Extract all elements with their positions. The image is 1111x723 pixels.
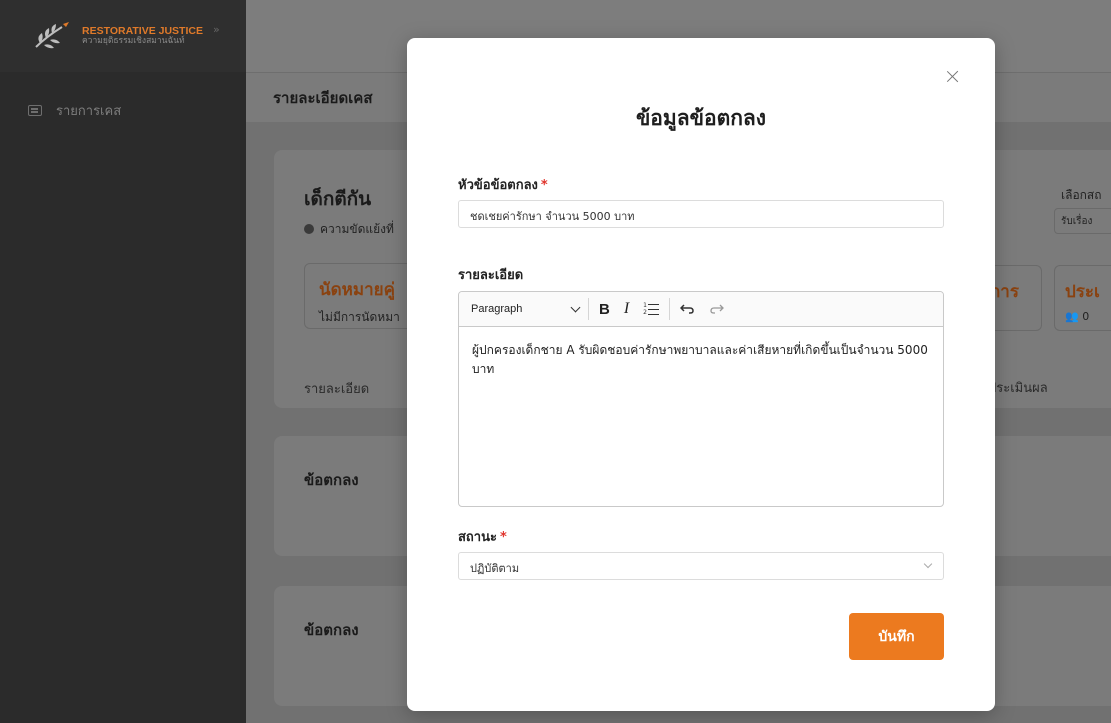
rich-text-editor: Paragraph B I 12 ผู้ปกครองเด็กชาย A รับผ… bbox=[458, 291, 944, 507]
numbered-list-icon: 12 bbox=[643, 302, 660, 316]
paragraph-format-select[interactable]: Paragraph bbox=[471, 298, 589, 320]
evaluation-box[interactable]: ประเ 👥 0 bbox=[1054, 265, 1111, 331]
app-logo[interactable]: RESTORATIVE JUSTICE ความยุติธรรมเชิงสมาน… bbox=[0, 0, 246, 72]
sidebar-item-case-list[interactable]: รายการเคส bbox=[0, 72, 246, 148]
participants-count-value: 0 bbox=[1082, 310, 1090, 323]
undo-button[interactable] bbox=[680, 298, 695, 320]
agreement-modal: ข้อมูลข้อตกลง หัวข้อข้อตกลง * ชดเชยค่ารัก… bbox=[407, 38, 995, 711]
save-button[interactable]: บันทึก bbox=[849, 613, 944, 660]
editor-content[interactable]: ผู้ปกครองเด็กชาย A รับผิดชอบค่ารักษาพยาบ… bbox=[459, 327, 943, 393]
paragraph-format-value: Paragraph bbox=[471, 303, 523, 315]
modal-title: ข้อมูลข้อตกลง bbox=[635, 106, 767, 130]
topic-input[interactable]: ชดเชยค่ารักษา จำนวน 5000 บาท bbox=[458, 200, 944, 228]
scales-of-justice-icon bbox=[32, 21, 76, 51]
status-value: ปฏิบัติตาม bbox=[470, 562, 520, 575]
topic-label-text: หัวข้อข้อตกลง bbox=[458, 178, 538, 193]
required-mark: * bbox=[540, 178, 548, 193]
chevron-down-icon bbox=[923, 559, 933, 569]
list-icon bbox=[28, 104, 42, 116]
case-subtitle-text: ความขัดแย้งที่ bbox=[320, 222, 394, 236]
status-select-label: เลือกสถ bbox=[1061, 188, 1102, 202]
numbered-list-button[interactable]: 12 bbox=[643, 298, 660, 320]
close-icon[interactable] bbox=[947, 70, 959, 82]
sidebar: RESTORATIVE JUSTICE ความยุติธรรมเชิงสมาน… bbox=[0, 0, 246, 723]
case-subtitle: ความขัดแย้งที่ bbox=[304, 220, 394, 239]
agreement-title: ข้อตกลง bbox=[304, 621, 359, 639]
tab-evaluation[interactable]: ประเมินผล bbox=[988, 377, 1048, 398]
status-label-text: สถานะ bbox=[458, 530, 497, 545]
bold-button[interactable]: B bbox=[599, 298, 610, 320]
users-icon: 👥 bbox=[1065, 310, 1083, 323]
sidebar-item-label: รายการเคส bbox=[56, 103, 122, 119]
redo-button[interactable] bbox=[709, 298, 725, 320]
undo-icon bbox=[680, 304, 694, 314]
logo-subtitle: ความยุติธรรมเชิงสมานฉันท์ bbox=[82, 36, 185, 47]
agreement-title: ข้อตกลง bbox=[304, 471, 359, 489]
participants-count: 👥 0 bbox=[1065, 310, 1111, 323]
tab-detail[interactable]: รายละเอียด bbox=[304, 378, 369, 399]
redo-icon bbox=[710, 304, 725, 314]
status-select[interactable]: รับเรื่อง bbox=[1054, 208, 1111, 234]
detail-label: รายละเอียด bbox=[458, 268, 524, 283]
evaluation-box-title: ประเ bbox=[1065, 282, 1100, 302]
editor-toolbar: Paragraph B I 12 bbox=[459, 292, 943, 327]
status-label: สถานะ * bbox=[458, 526, 507, 547]
case-title: เด็กตีกัน bbox=[304, 188, 372, 210]
italic-button[interactable]: I bbox=[624, 298, 629, 320]
required-mark: * bbox=[499, 530, 507, 545]
status-select[interactable]: ปฏิบัติตาม bbox=[458, 552, 944, 580]
chevron-down-icon bbox=[570, 302, 581, 312]
toolbar-divider bbox=[669, 298, 671, 320]
user-icon bbox=[304, 224, 314, 234]
collapse-sidebar-icon[interactable]: » bbox=[213, 23, 220, 36]
topic-label: หัวข้อข้อตกลง * bbox=[458, 174, 548, 195]
